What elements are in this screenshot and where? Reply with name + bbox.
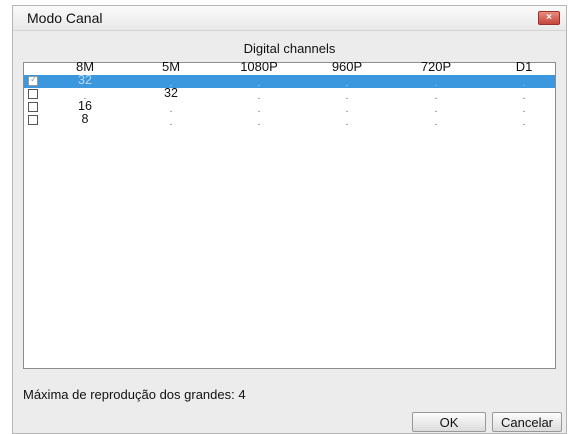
column-header-1080p: 1080P <box>240 59 278 74</box>
table-cell: . <box>522 117 526 128</box>
table-cell: . <box>434 117 438 128</box>
table-row[interactable]: 32 . . . . . <box>24 73 555 89</box>
modo-canal-dialog: Modo Canal × Digital channels 8M 5M 1080… <box>12 5 567 434</box>
window-title: Modo Canal <box>27 10 103 26</box>
row-checkbox[interactable] <box>28 89 38 99</box>
table-cell: 32 <box>78 73 92 87</box>
title-bar[interactable]: Modo Canal × <box>13 6 566 31</box>
row-checkbox[interactable] <box>28 115 38 125</box>
row-checkbox[interactable] <box>28 102 38 112</box>
digital-channels-heading: Digital channels <box>243 41 336 56</box>
column-header-d1: D1 <box>515 59 533 74</box>
table-cell: . <box>169 117 173 128</box>
table-cell: 8 <box>81 112 89 126</box>
ok-button[interactable]: OK <box>412 412 486 432</box>
table-header: 8M 5M 1080P 960P 720P D1 <box>24 59 555 75</box>
column-header-5m: 5M <box>161 59 181 74</box>
close-button[interactable]: × <box>538 11 560 25</box>
table-row[interactable]: 8 . . . . . <box>24 112 555 128</box>
row-checkbox[interactable] <box>28 74 38 86</box>
max-playback-label: Máxima de reprodução dos grandes: 4 <box>23 387 246 402</box>
table-cell: . <box>345 117 349 128</box>
column-header-8m: 8M <box>75 59 95 74</box>
close-icon: × <box>546 12 552 23</box>
table-cell: 32 <box>164 86 178 100</box>
column-header-720p: 720P <box>420 59 452 74</box>
channel-mode-table: 8M 5M 1080P 960P 720P D1 32 . . . . . . … <box>23 59 556 369</box>
cancel-button[interactable]: Cancelar <box>492 412 562 432</box>
column-header-960p: 960P <box>331 59 363 74</box>
table-cell: . <box>257 117 261 128</box>
